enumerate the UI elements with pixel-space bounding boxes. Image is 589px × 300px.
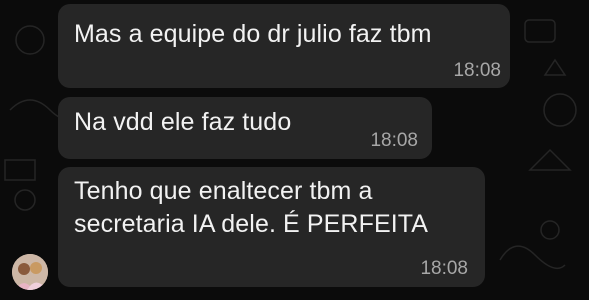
message-bubble[interactable]: Na vdd ele faz tudo 18:08 <box>58 97 432 159</box>
message-timestamp: 18:08 <box>420 258 468 279</box>
chat-area: Mas a equipe do dr julio faz tbm 18:08 N… <box>0 0 589 300</box>
sender-avatar[interactable] <box>12 254 48 290</box>
message-text: Mas a equipe do dr julio faz tbm <box>74 20 432 48</box>
avatar-photo-icon <box>12 254 48 290</box>
message-timestamp: 18:08 <box>370 130 418 151</box>
message-bubble[interactable]: Tenho que enaltecer tbm a secretaria IA … <box>58 167 485 287</box>
message-timestamp: 18:08 <box>453 60 501 81</box>
message-bubble[interactable]: Mas a equipe do dr julio faz tbm 18:08 <box>58 4 510 88</box>
message-text: Na vdd ele faz tudo <box>74 108 292 136</box>
message-text: Tenho que enaltecer tbm a secretaria IA … <box>74 177 429 238</box>
